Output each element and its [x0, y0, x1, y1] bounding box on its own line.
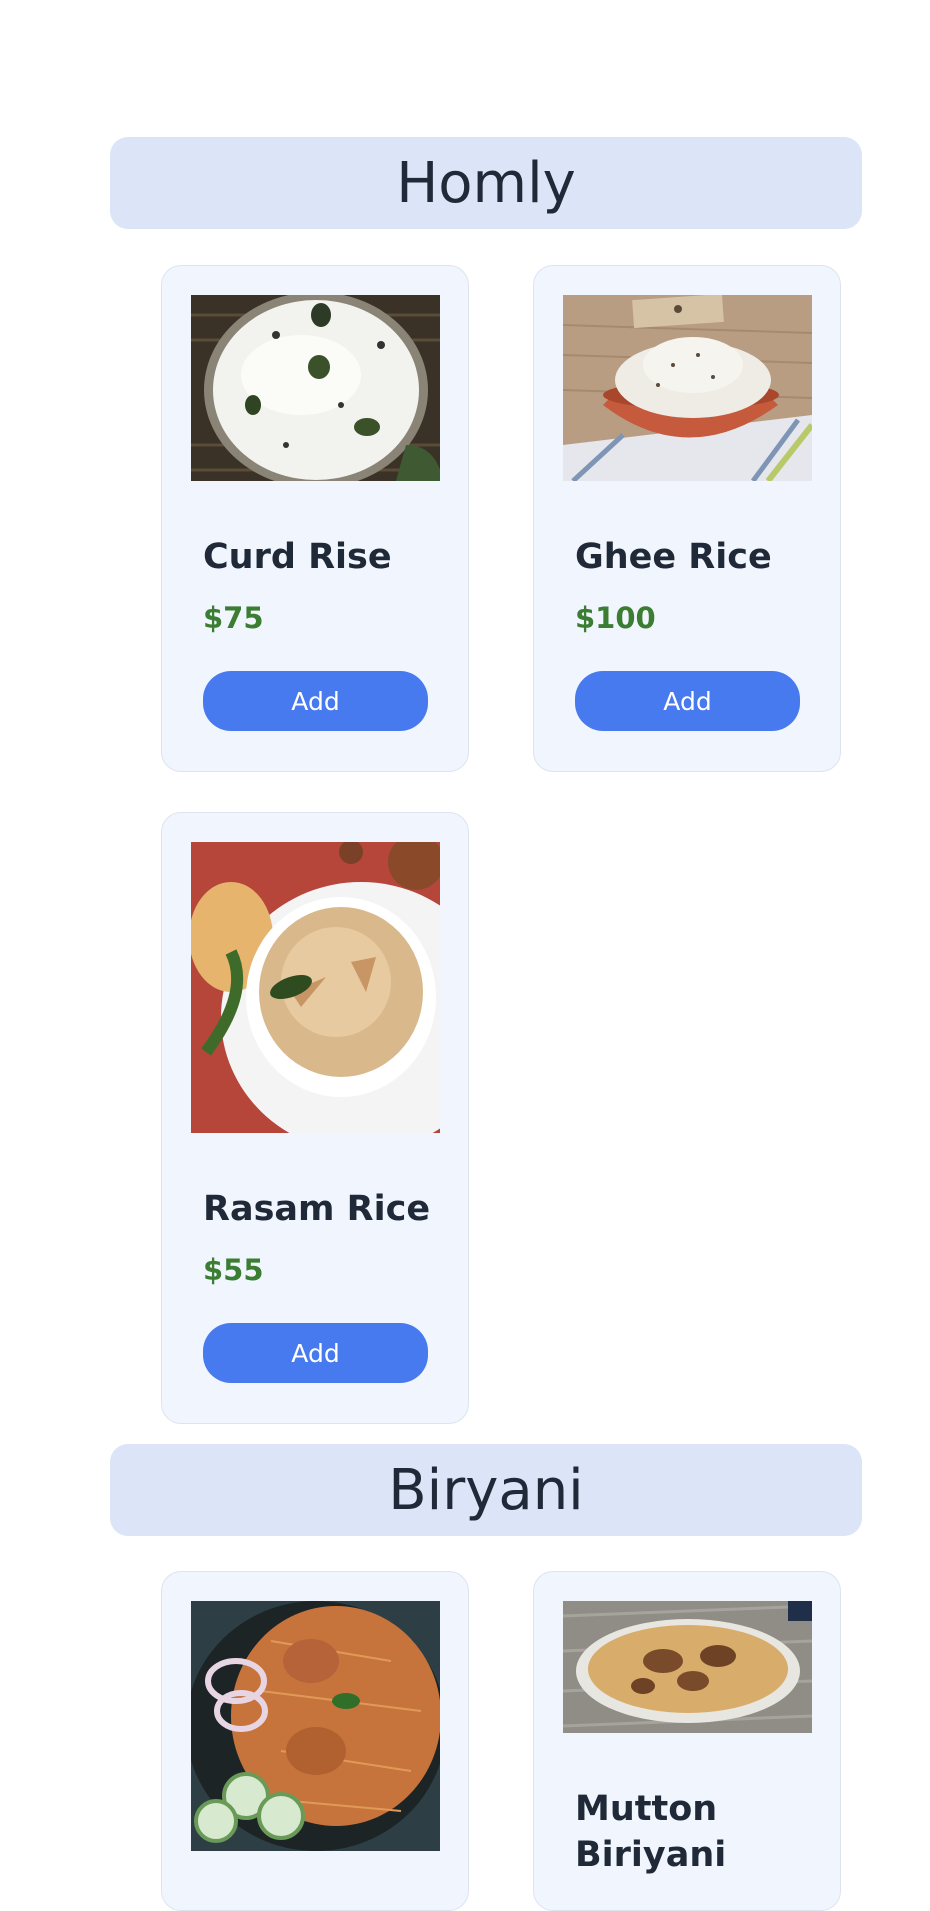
menu-item-card: Ghee Rice $100 Add — [533, 265, 841, 772]
item-price: $55 — [203, 1253, 264, 1287]
curd-rice-photo — [191, 295, 440, 481]
add-button[interactable]: Add — [203, 1323, 428, 1383]
menu-item-card: Curd Rise $75 Add — [161, 265, 469, 772]
add-button[interactable]: Add — [203, 671, 428, 731]
item-name: Ghee Rice — [575, 537, 772, 577]
section-header-biryani: Biryani — [110, 1444, 862, 1536]
add-button[interactable]: Add — [575, 671, 800, 731]
section-title: Homly — [396, 150, 576, 216]
menu-item-card: Rasam Rice $55 Add — [161, 812, 469, 1424]
menu-item-card — [161, 1571, 469, 1911]
item-name: Mutton Biriyani — [575, 1789, 727, 1875]
mutton-biryani-photo — [563, 1601, 812, 1733]
menu-item-card: Mutton Biriyani — [533, 1571, 841, 1911]
item-price: $100 — [575, 601, 656, 635]
item-name: Rasam Rice — [203, 1189, 431, 1229]
chicken-biryani-photo — [191, 1601, 440, 1851]
section-title: Biryani — [388, 1457, 584, 1523]
item-price: $75 — [203, 601, 264, 635]
item-name: Curd Rise — [203, 537, 392, 577]
ghee-rice-photo — [563, 295, 812, 481]
rasam-rice-photo — [191, 842, 440, 1133]
section-header-homly: Homly — [110, 137, 862, 229]
